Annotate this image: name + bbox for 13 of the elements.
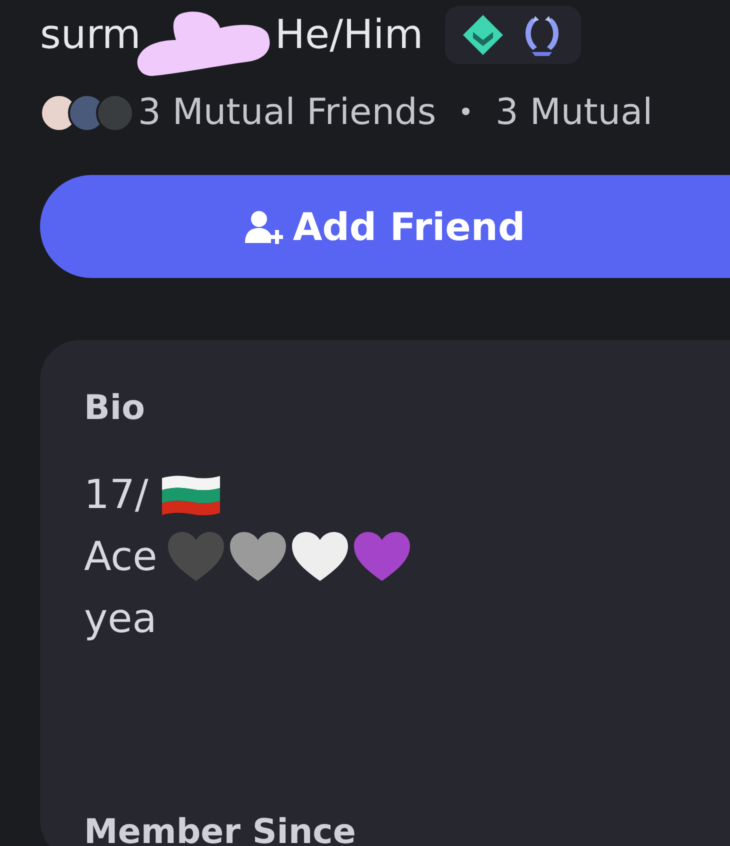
bio-text: Ace <box>84 534 158 580</box>
add-person-icon <box>244 210 283 244</box>
member-since-heading: Member Since <box>84 812 357 846</box>
pronouns: He/Him <box>274 12 424 58</box>
bio-text: 17/ <box>84 472 148 518</box>
bio-text: yea <box>84 596 157 642</box>
username: surm <box>40 12 141 58</box>
diamond-badge-icon[interactable] <box>461 13 506 57</box>
bio-heading: Bio <box>84 388 146 428</box>
separator-dot: • <box>458 98 474 128</box>
add-friend-button[interactable]: Add Friend <box>40 175 730 278</box>
mutual-servers-link[interactable]: 3 Mutual <box>495 92 653 133</box>
mutual-friends-link[interactable]: 3 Mutual Friends <box>138 92 436 133</box>
